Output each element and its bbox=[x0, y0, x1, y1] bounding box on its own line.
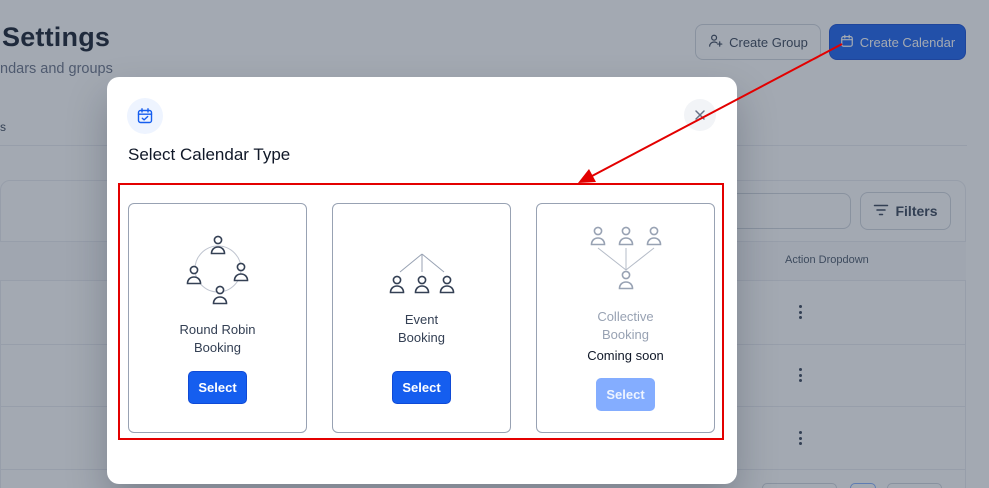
calendar-check-icon bbox=[127, 98, 163, 134]
annotation-highlight-box bbox=[118, 183, 724, 440]
modal-title: Select Calendar Type bbox=[128, 145, 291, 164]
close-icon[interactable] bbox=[684, 99, 716, 131]
